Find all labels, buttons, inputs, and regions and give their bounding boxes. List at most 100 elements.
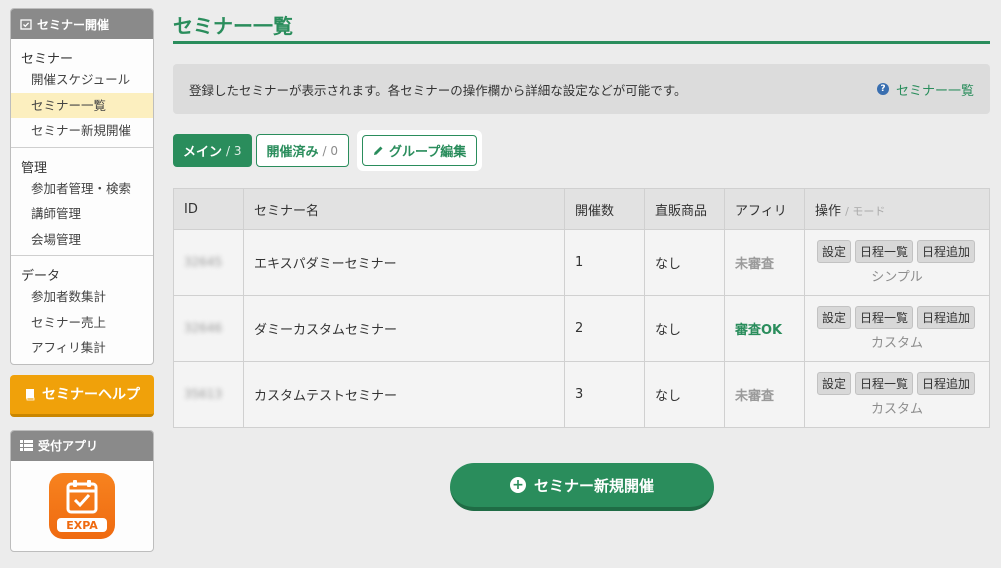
cell-name: カスタムテストセミナー xyxy=(243,361,565,428)
sidebar-item-schedule[interactable]: 開催スケジュール xyxy=(11,67,153,93)
add-schedule-button[interactable]: 日程追加 xyxy=(917,240,976,263)
seminar-help-label: セミナーヘルプ xyxy=(42,387,140,403)
mode-label: シンプル xyxy=(871,270,923,285)
sidebar-section-title: セミナー xyxy=(21,52,74,67)
book-icon xyxy=(26,388,35,400)
ops-header-label: 操作 xyxy=(815,203,842,219)
tab-label: 開催済み xyxy=(266,145,319,160)
cell-id: 32645 xyxy=(173,229,244,296)
col-ops: 操作 / モード xyxy=(804,188,990,230)
plus-circle-icon: + xyxy=(509,477,526,493)
cell-count: 1 xyxy=(564,229,645,296)
sidebar-section-title: 管理 xyxy=(21,160,48,176)
sidebar-item-participants[interactable]: 参加者管理・検索 xyxy=(11,176,153,202)
new-seminar-button[interactable]: + セミナー新規開催 xyxy=(450,463,714,511)
help-link[interactable]: ? セミナー一覧 xyxy=(876,80,974,99)
sidebar-item-seminar-list[interactable]: セミナー一覧 xyxy=(11,92,153,118)
cell-name: ダミーカスタムセミナー xyxy=(243,295,565,362)
table-row: 32646 ダミーカスタムセミナー 2 なし 審査OK 設定 日程一覧 日程追加… xyxy=(173,295,990,362)
cell-direct: なし xyxy=(644,295,725,362)
add-schedule-button[interactable]: 日程追加 xyxy=(917,306,976,329)
affiliate-status: 審査OK xyxy=(735,323,783,338)
sidebar-item-new-seminar[interactable]: セミナー新規開催 xyxy=(11,118,153,144)
page-title: セミナー一覧 xyxy=(173,8,990,44)
cell-affiliate: 審査OK xyxy=(724,295,805,362)
ops-header-sub: / モード xyxy=(845,204,886,218)
reception-app-title: 受付アプリ xyxy=(38,439,99,453)
tab-finished[interactable]: 開催済み / 0 xyxy=(255,134,350,167)
col-name: セミナー名 xyxy=(243,188,565,230)
add-schedule-button[interactable]: 日程追加 xyxy=(917,372,976,395)
calendar-check-icon xyxy=(20,19,32,30)
main-content: セミナー一覧 登録したセミナーが表示されます。各セミナーの操作欄から詳細な設定な… xyxy=(173,8,990,511)
tab-label: メイン xyxy=(183,145,223,160)
expa-logo-text: EXPA xyxy=(66,519,98,532)
col-affiliate: アフィリ xyxy=(724,188,805,230)
seminar-table: ID セミナー名 開催数 直販商品 アフィリ 操作 / モード 32645 エキ… xyxy=(173,188,990,428)
tab-count: / 0 xyxy=(322,143,339,158)
cell-id: 35613 xyxy=(173,361,244,428)
reception-app-panel: 受付アプリ EXPA xyxy=(10,429,154,552)
tab-count: / 3 xyxy=(226,143,242,158)
sidebar-item-participant-stats[interactable]: 参加者数集計 xyxy=(11,284,153,310)
cell-ops: 設定 日程一覧 日程追加 シンプル xyxy=(804,229,990,296)
grid-icon xyxy=(20,440,33,451)
affiliate-status: 未審査 xyxy=(735,389,775,404)
mode-label: カスタム xyxy=(870,402,923,417)
settings-button[interactable]: 設定 xyxy=(817,306,852,329)
calendar-check-icon: EXPA xyxy=(57,479,107,532)
reception-app-header: 受付アプリ xyxy=(11,430,153,461)
sidebar-section-data: データ 参加者数集計 セミナー売上 アフィリ集計 xyxy=(11,256,153,364)
seminar-menu-panel: セミナー開催 セミナー 開催スケジュール セミナー一覧 セミナー新規開催 管理 … xyxy=(10,8,154,365)
seminar-id: 32646 xyxy=(184,321,223,335)
expa-app-icon[interactable]: EXPA xyxy=(49,472,115,539)
info-bar: 登録したセミナーが表示されます。各セミナーの操作欄から詳細な設定などが可能です。… xyxy=(173,64,990,114)
tab-label: グループ編集 xyxy=(389,145,467,160)
ops-buttons: 設定 日程一覧 日程追加 xyxy=(817,372,989,395)
tab-main[interactable]: メイン / 3 xyxy=(173,134,252,167)
cell-ops: 設定 日程一覧 日程追加 カスタム xyxy=(804,361,990,428)
pencil-icon xyxy=(374,146,383,155)
col-count: 開催数 xyxy=(564,188,645,230)
table-row: 35613 カスタムテストセミナー 3 なし 未審査 設定 日程一覧 日程追加 … xyxy=(173,361,990,428)
settings-button[interactable]: 設定 xyxy=(817,240,852,263)
new-seminar-label: セミナー新規開催 xyxy=(533,476,654,495)
cell-affiliate: 未審査 xyxy=(724,361,805,428)
cell-ops: 設定 日程一覧 日程追加 カスタム xyxy=(804,295,990,362)
sidebar-section-seminar: セミナー 開催スケジュール セミナー一覧 セミナー新規開催 xyxy=(11,39,153,148)
col-id: ID xyxy=(173,188,244,230)
table-row: 32645 エキスパダミーセミナー 1 なし 未審査 設定 日程一覧 日程追加 … xyxy=(173,229,990,296)
mode-label: カスタム xyxy=(870,336,923,351)
group-edit-highlight: グループ編集 xyxy=(357,130,483,171)
table-header-row: ID セミナー名 開催数 直販商品 アフィリ 操作 / モード xyxy=(173,188,990,230)
help-link-label: セミナー一覧 xyxy=(895,83,974,99)
app-icon-wrap: EXPA xyxy=(11,461,153,539)
sidebar-section-manage: 管理 参加者管理・検索 講師管理 会場管理 xyxy=(11,148,153,256)
seminar-menu-title: セミナー開催 xyxy=(37,17,110,32)
schedule-list-button[interactable]: 日程一覧 xyxy=(855,372,914,395)
cell-count: 3 xyxy=(564,361,645,428)
col-direct: 直販商品 xyxy=(644,188,725,230)
sidebar-item-affiliate-stats[interactable]: アフィリ集計 xyxy=(11,335,153,361)
schedule-list-button[interactable]: 日程一覧 xyxy=(855,306,914,329)
settings-button[interactable]: 設定 xyxy=(817,372,852,395)
affiliate-status: 未審査 xyxy=(735,257,775,272)
seminar-id: 35613 xyxy=(184,387,223,401)
ops-buttons: 設定 日程一覧 日程追加 xyxy=(817,306,989,329)
sidebar-section-title: データ xyxy=(21,269,61,284)
seminar-menu-header: セミナー開催 xyxy=(11,9,153,39)
cell-direct: なし xyxy=(644,229,725,296)
tab-group-edit[interactable]: グループ編集 xyxy=(362,135,478,166)
cell-id: 32646 xyxy=(173,295,244,362)
cell-name: エキスパダミーセミナー xyxy=(243,229,565,296)
schedule-list-button[interactable]: 日程一覧 xyxy=(855,240,914,263)
sidebar-item-venues[interactable]: 会場管理 xyxy=(11,227,153,253)
tab-bar: メイン / 3 開催済み / 0 グループ編集 xyxy=(173,130,990,171)
sidebar-item-sales[interactable]: セミナー売上 xyxy=(11,310,153,336)
info-text: 登録したセミナーが表示されます。各セミナーの操作欄から詳細な設定などが可能です。 xyxy=(189,82,687,98)
ops-buttons: 設定 日程一覧 日程追加 xyxy=(817,240,989,263)
cell-count: 2 xyxy=(564,295,645,362)
seminar-help-button[interactable]: セミナーヘルプ xyxy=(10,374,154,417)
sidebar-item-instructors[interactable]: 講師管理 xyxy=(11,201,153,227)
question-icon: ? xyxy=(876,83,889,95)
